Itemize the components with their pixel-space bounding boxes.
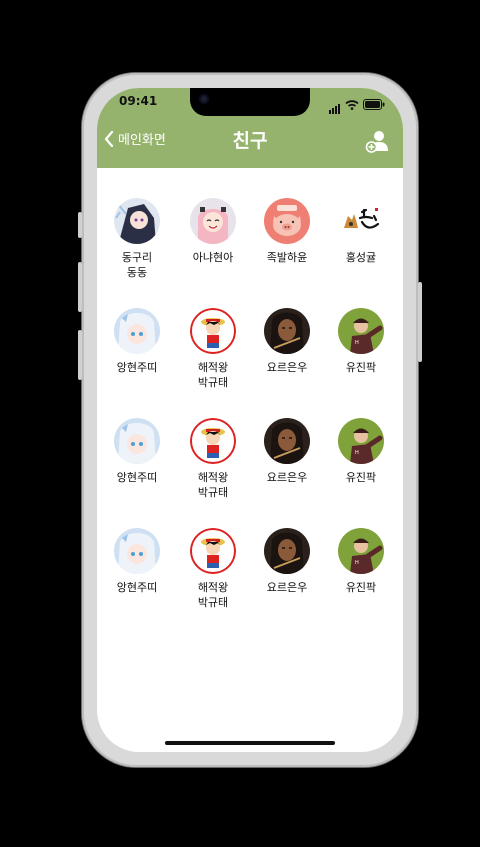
status-time: 09:41	[119, 94, 158, 108]
friend-name: 앙현주띠	[116, 361, 158, 374]
signal-icon	[329, 95, 341, 114]
friend-item[interactable]: 앙현주띠	[102, 418, 172, 485]
friend-name: 해적왕 박규태	[197, 471, 229, 499]
friend-name: 아냐현아	[192, 251, 234, 264]
friend-item[interactable]: 족발하윤	[252, 198, 322, 265]
mute-switch	[78, 212, 82, 238]
friend-name: 요르은우	[266, 361, 308, 374]
add-friend-icon[interactable]	[365, 129, 389, 153]
friend-name: 유진팍	[345, 361, 377, 374]
friend-name: 유진팍	[345, 471, 377, 484]
volume-down-button	[78, 330, 82, 380]
power-button	[418, 282, 422, 362]
friend-name: 족발하윤	[266, 251, 308, 264]
screen: 09:41 메인화면 친구 동구리 동동 아냐현아 족발하윤 홍성귤 앙현주띠 …	[97, 88, 403, 752]
dark-hair-portrait-avatar	[264, 308, 310, 354]
white-hair-anime-avatar	[114, 308, 160, 354]
pig-avatar	[264, 198, 310, 244]
friend-item[interactable]: 앙현주띠	[102, 528, 172, 595]
svg-text:H: H	[355, 340, 359, 346]
friend-name: 해적왕 박규태	[197, 581, 229, 609]
white-hair-anime-avatar	[114, 528, 160, 574]
friend-item[interactable]: 요르은우	[252, 418, 322, 485]
volume-up-button	[78, 262, 82, 312]
baseball-player-avatar: H	[338, 308, 384, 354]
home-indicator	[165, 741, 335, 745]
page-title: 친구	[232, 130, 268, 152]
friend-item[interactable]: H 유진팍	[326, 528, 396, 595]
friend-item[interactable]: H 유진팍	[326, 418, 396, 485]
battery-icon	[363, 99, 385, 110]
friend-name: 홍성귤	[345, 251, 377, 264]
friend-name: 동구리 동동	[121, 251, 153, 279]
wifi-icon	[345, 99, 359, 110]
friend-item[interactable]: 앙현주띠	[102, 308, 172, 375]
pirate-luffy-avatar	[190, 308, 236, 354]
friend-item[interactable]: 홍성귤	[326, 198, 396, 265]
friend-item[interactable]: H 유진팍	[326, 308, 396, 375]
friend-name: 해적왕 박규태	[197, 361, 229, 389]
svg-text:H: H	[355, 450, 359, 456]
friend-item[interactable]: 요르은우	[252, 308, 322, 375]
deer-calligraphy-avatar	[338, 198, 384, 244]
friend-name: 앙현주띠	[116, 581, 158, 594]
svg-text:H: H	[355, 560, 359, 566]
anya-avatar	[190, 198, 236, 244]
friend-item[interactable]: 동구리 동동	[102, 198, 172, 280]
status-icons	[329, 95, 385, 114]
front-camera	[199, 94, 209, 104]
pirate-luffy-avatar	[190, 528, 236, 574]
dark-hair-portrait-avatar	[264, 528, 310, 574]
dark-hair-portrait-avatar	[264, 418, 310, 464]
baseball-player-avatar: H	[338, 528, 384, 574]
baseball-player-avatar: H	[338, 418, 384, 464]
friend-item[interactable]: 요르은우	[252, 528, 322, 595]
friend-name: 요르은우	[266, 581, 308, 594]
anime-girl-avatar	[114, 198, 160, 244]
friend-item[interactable]: 해적왕 박규태	[178, 528, 248, 610]
friend-name: 요르은우	[266, 471, 308, 484]
friend-item[interactable]: 해적왕 박규태	[178, 308, 248, 390]
friend-name: 앙현주띠	[116, 471, 158, 484]
pirate-luffy-avatar	[190, 418, 236, 464]
friend-name: 유진팍	[345, 581, 377, 594]
white-hair-anime-avatar	[114, 418, 160, 464]
friend-item[interactable]: 아냐현아	[178, 198, 248, 265]
friend-item[interactable]: 해적왕 박규태	[178, 418, 248, 500]
